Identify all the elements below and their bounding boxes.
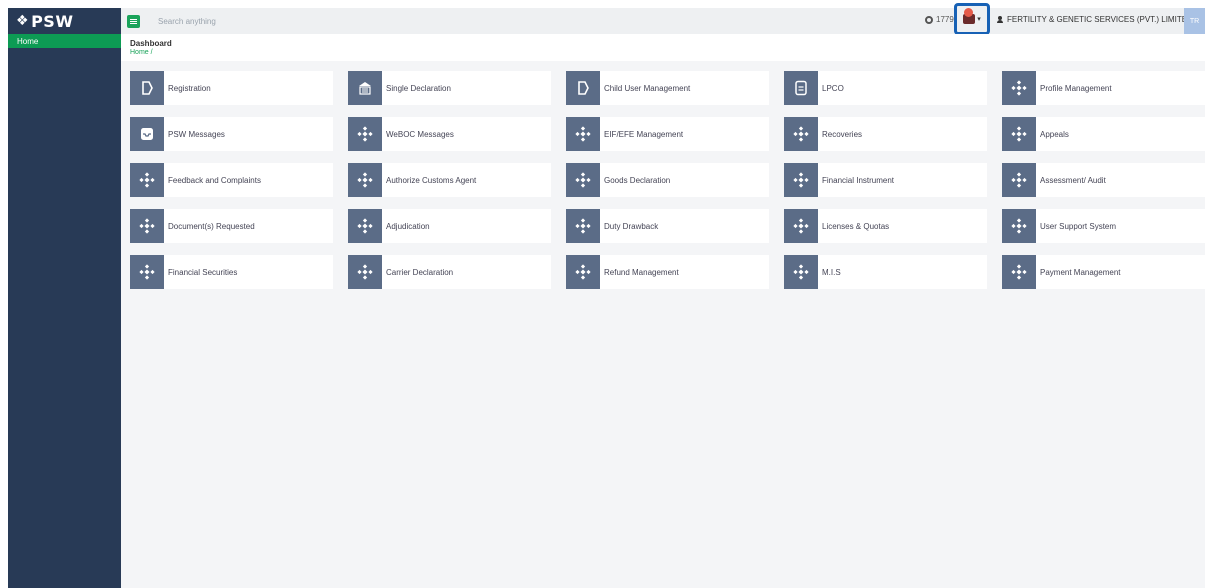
tile-label: WeBOC Messages xyxy=(386,129,454,139)
tile-goods-declaration[interactable]: Goods Declaration xyxy=(566,163,769,197)
tile-weboc-messages[interactable]: WeBOC Messages xyxy=(348,117,551,151)
chevron-down-icon: ▾ xyxy=(977,16,981,23)
user-menu[interactable]: FERTILITY & GENETIC SERVICES (PVT.) LIMI… xyxy=(997,15,1200,24)
document-icon xyxy=(784,71,818,105)
user-name: FERTILITY & GENETIC SERVICES (PVT.) LIMI… xyxy=(1007,15,1193,24)
diamond-icon xyxy=(348,117,382,151)
user-icon xyxy=(997,16,1003,23)
diamond-icon xyxy=(566,117,600,151)
avatar[interactable]: TR xyxy=(1184,8,1205,34)
tile-m-i-s[interactable]: M.I.S xyxy=(784,255,987,289)
tile-psw-messages[interactable]: PSW Messages xyxy=(130,117,333,151)
tag-icon xyxy=(566,71,600,105)
tile-label: PSW Messages xyxy=(168,129,225,139)
tile-carrier-declaration[interactable]: Carrier Declaration xyxy=(348,255,551,289)
tile-licenses-quotas[interactable]: Licenses & Quotas xyxy=(784,209,987,243)
inbox-icon xyxy=(130,117,164,151)
tile-authorize-customs-agent[interactable]: Authorize Customs Agent xyxy=(348,163,551,197)
diamond-icon xyxy=(1002,209,1036,243)
tile-user-support-system[interactable]: User Support System xyxy=(1002,209,1205,243)
tag-icon xyxy=(130,71,164,105)
credits-icon xyxy=(925,15,933,24)
sidebar-item-home[interactable]: Home xyxy=(8,34,121,48)
tile-label: Registration xyxy=(168,83,211,93)
tile-label: Profile Management xyxy=(1040,83,1112,93)
sidebar: ❖ PSW Home xyxy=(8,8,121,588)
menu-toggle-button[interactable] xyxy=(127,14,140,28)
hamburger-icon xyxy=(130,20,137,22)
tile-duty-drawback[interactable]: Duty Drawback xyxy=(566,209,769,243)
tile-financial-instrument[interactable]: Financial Instrument xyxy=(784,163,987,197)
diamond-icon xyxy=(784,117,818,151)
tile-label: Recoveries xyxy=(822,129,863,139)
diamond-icon xyxy=(784,163,818,197)
module-grid: Registration Single Declaration Child User… xyxy=(130,71,1205,289)
tile-label: Duty Drawback xyxy=(604,221,659,231)
tile-label: Child User Management xyxy=(604,83,691,93)
diamond-icon xyxy=(784,209,818,243)
page-header: Dashboard Home / xyxy=(121,34,1205,61)
tile-single-declaration[interactable]: Single Declaration xyxy=(348,71,551,105)
diamond-icon xyxy=(130,163,164,197)
tile-feedback-and-complaints[interactable]: Feedback and Complaints xyxy=(130,163,333,197)
tile-refund-management[interactable]: Refund Management xyxy=(566,255,769,289)
tile-label: Payment Management xyxy=(1040,267,1121,277)
diamond-icon xyxy=(1002,255,1036,289)
diamond-icon xyxy=(348,255,382,289)
credits-counter[interactable]: 1779 xyxy=(925,15,954,24)
psw-diamond-icon: ❖ xyxy=(16,13,30,29)
diamond-icon xyxy=(130,209,164,243)
tile-label: Assessment/ Audit xyxy=(1040,175,1106,185)
tile-assessment-audit[interactable]: Assessment/ Audit xyxy=(1002,163,1205,197)
tile-appeals[interactable]: Appeals xyxy=(1002,117,1205,151)
tile-label: Financial Securities xyxy=(168,267,238,277)
top-bar: Search anything 1779 ▾ FERTILITY & GENET… xyxy=(121,3,1205,35)
tile-label: Feedback and Complaints xyxy=(168,175,261,185)
tile-label: EIF/EFE Management xyxy=(604,129,684,139)
tile-recoveries[interactable]: Recoveries xyxy=(784,117,987,151)
diamond-icon xyxy=(1002,163,1036,197)
search-input[interactable]: Search anything xyxy=(158,17,898,26)
tile-label: Adjudication xyxy=(386,221,430,231)
diamond-icon xyxy=(130,255,164,289)
tile-label: LPCO xyxy=(822,83,844,93)
tile-label: Licenses & Quotas xyxy=(822,221,890,231)
diamond-icon xyxy=(566,209,600,243)
diamond-icon xyxy=(784,255,818,289)
tile-lpco[interactable]: LPCO xyxy=(784,71,987,105)
tile-eif-efe-management[interactable]: EIF/EFE Management xyxy=(566,117,769,151)
tile-financial-securities[interactable]: Financial Securities xyxy=(130,255,333,289)
cart-icon xyxy=(963,8,976,24)
tile-label: Financial Instrument xyxy=(822,175,895,185)
page-title: Dashboard xyxy=(130,39,172,48)
diamond-icon xyxy=(1002,117,1036,151)
diamond-icon xyxy=(566,255,600,289)
tile-label: Appeals xyxy=(1040,129,1069,139)
tile-label: Goods Declaration xyxy=(604,175,671,185)
tile-label: User Support System xyxy=(1040,221,1117,231)
tile-child-user-management[interactable]: Child User Management xyxy=(566,71,769,105)
tile-label: Carrier Declaration xyxy=(386,267,454,277)
diamond-icon xyxy=(566,163,600,197)
credits-value: 1779 xyxy=(936,15,954,24)
cart-dropdown-button[interactable]: ▾ xyxy=(954,3,990,35)
tile-registration[interactable]: Registration xyxy=(130,71,333,105)
diamond-icon xyxy=(348,209,382,243)
tile-label: Authorize Customs Agent xyxy=(386,175,477,185)
tile-profile-management[interactable]: Profile Management xyxy=(1002,71,1205,105)
tile-document-s-requested[interactable]: Document(s) Requested xyxy=(130,209,333,243)
diamond-icon xyxy=(1002,71,1036,105)
building-icon xyxy=(348,71,382,105)
diamond-icon xyxy=(348,163,382,197)
tile-label: M.I.S xyxy=(822,267,841,277)
tile-label: Single Declaration xyxy=(386,83,451,93)
tile-adjudication[interactable]: Adjudication xyxy=(348,209,551,243)
breadcrumb[interactable]: Home / xyxy=(130,49,1205,56)
tile-label: Refund Management xyxy=(604,267,679,277)
tile-payment-management[interactable]: Payment Management xyxy=(1002,255,1205,289)
psw-logo[interactable]: ❖ PSW xyxy=(8,8,121,34)
logo-text: PSW xyxy=(31,11,74,31)
main-content: Dashboard Home / Registration Single Decl… xyxy=(121,34,1205,588)
tile-label: Document(s) Requested xyxy=(168,221,255,231)
